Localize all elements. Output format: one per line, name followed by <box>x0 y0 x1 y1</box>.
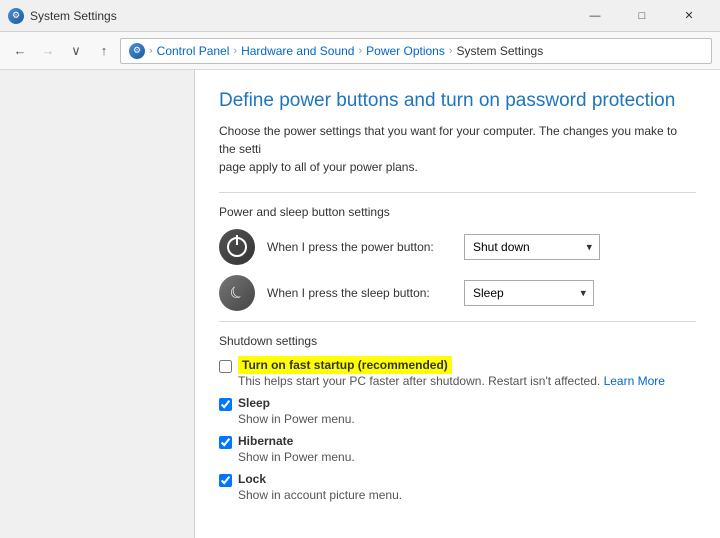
power-sleep-section-label: Power and sleep button settings <box>219 205 696 219</box>
lock-label[interactable]: Lock <box>238 472 266 486</box>
sleep-checkbox-row: Sleep Show in Power menu. <box>219 396 696 426</box>
fast-startup-row: Turn on fast startup (recommended) This … <box>219 358 696 388</box>
fast-startup-label-text: Turn on fast startup (recommended) <box>238 356 452 374</box>
power-dropdown-wrapper: Do nothing Sleep Hibernate Shut down Tur… <box>464 234 600 260</box>
lock-content: Lock Show in account picture menu. <box>238 472 402 502</box>
hibernate-content: Hibernate Show in Power menu. <box>238 434 355 464</box>
minimize-button[interactable]: — <box>572 0 618 32</box>
sleep-dropdown-wrapper: Do nothing Sleep Hibernate Shut down <box>464 280 594 306</box>
shutdown-section-label: Shutdown settings <box>219 334 696 348</box>
address-bar: ← → ∨ ↑ ⚙ › Control Panel › Hardware and… <box>0 32 720 70</box>
power-icon-inner <box>227 237 247 257</box>
dropdown-button[interactable]: ∨ <box>64 39 88 63</box>
up-button[interactable]: ↑ <box>92 39 116 63</box>
power-icon <box>219 229 255 265</box>
learn-more-link[interactable]: Learn More <box>604 374 665 388</box>
maximize-button[interactable]: □ <box>619 0 665 32</box>
hibernate-desc: Show in Power menu. <box>238 450 355 464</box>
breadcrumb: ⚙ › Control Panel › Hardware and Sound ›… <box>120 38 712 64</box>
close-button[interactable]: ✕ <box>666 0 712 32</box>
breadcrumb-power-options[interactable]: Power Options <box>366 44 445 58</box>
breadcrumb-icon: ⚙ <box>129 43 145 59</box>
fast-startup-checkbox[interactable] <box>219 360 232 373</box>
hibernate-checkbox-row: Hibernate Show in Power menu. <box>219 434 696 464</box>
breadcrumb-current: System Settings <box>457 44 544 58</box>
divider-1 <box>219 192 696 193</box>
sleep-desc: Show in Power menu. <box>238 412 355 426</box>
power-button-row: When I press the power button: Do nothin… <box>219 229 696 265</box>
sleep-button-row: ☾ When I press the sleep button: Do noth… <box>219 275 696 311</box>
lock-checkbox[interactable] <box>219 474 232 487</box>
fast-startup-desc: This helps start your PC faster after sh… <box>238 374 665 388</box>
power-button-label: When I press the power button: <box>267 240 452 254</box>
lock-desc: Show in account picture menu. <box>238 488 402 502</box>
fast-startup-label[interactable]: Turn on fast startup (recommended) <box>238 356 452 374</box>
hibernate-checkbox[interactable] <box>219 436 232 449</box>
breadcrumb-hardware-sound[interactable]: Hardware and Sound <box>241 44 354 58</box>
back-button[interactable]: ← <box>8 39 32 63</box>
sleep-icon: ☾ <box>219 275 255 311</box>
content-area: Define power buttons and turn on passwor… <box>195 70 720 538</box>
sleep-content: Sleep Show in Power menu. <box>238 396 355 426</box>
title-bar: ⚙ System Settings — □ ✕ <box>0 0 720 32</box>
lock-checkbox-row: Lock Show in account picture menu. <box>219 472 696 502</box>
shutdown-section: Shutdown settings Turn on fast startup (… <box>219 334 696 502</box>
sleep-dropdown[interactable]: Do nothing Sleep Hibernate Shut down <box>464 280 594 306</box>
hibernate-label[interactable]: Hibernate <box>238 434 293 448</box>
app-icon: ⚙ <box>8 8 24 24</box>
fast-startup-desc-text: This helps start your PC faster after sh… <box>238 374 600 388</box>
title-bar-controls: — □ ✕ <box>572 0 712 32</box>
breadcrumb-control-panel[interactable]: Control Panel <box>157 44 230 58</box>
divider-2 <box>219 321 696 322</box>
fast-startup-content: Turn on fast startup (recommended) This … <box>238 358 665 388</box>
sleep-checkbox[interactable] <box>219 398 232 411</box>
title-bar-text: System Settings <box>30 9 117 23</box>
forward-button[interactable]: → <box>36 39 60 63</box>
main-wrapper: Define power buttons and turn on passwor… <box>0 70 720 538</box>
sidebar <box>0 70 195 538</box>
page-title: Define power buttons and turn on passwor… <box>219 90 696 112</box>
sleep-label[interactable]: Sleep <box>238 396 270 410</box>
page-description: Choose the power settings that you want … <box>219 122 696 176</box>
page-desc-line1: Choose the power settings that you want … <box>219 124 677 156</box>
power-dropdown[interactable]: Do nothing Sleep Hibernate Shut down Tur… <box>464 234 600 260</box>
sleep-button-label: When I press the sleep button: <box>267 286 452 300</box>
page-desc-line2: page apply to all of your power plans. <box>219 160 418 174</box>
moon-icon: ☾ <box>226 281 248 305</box>
